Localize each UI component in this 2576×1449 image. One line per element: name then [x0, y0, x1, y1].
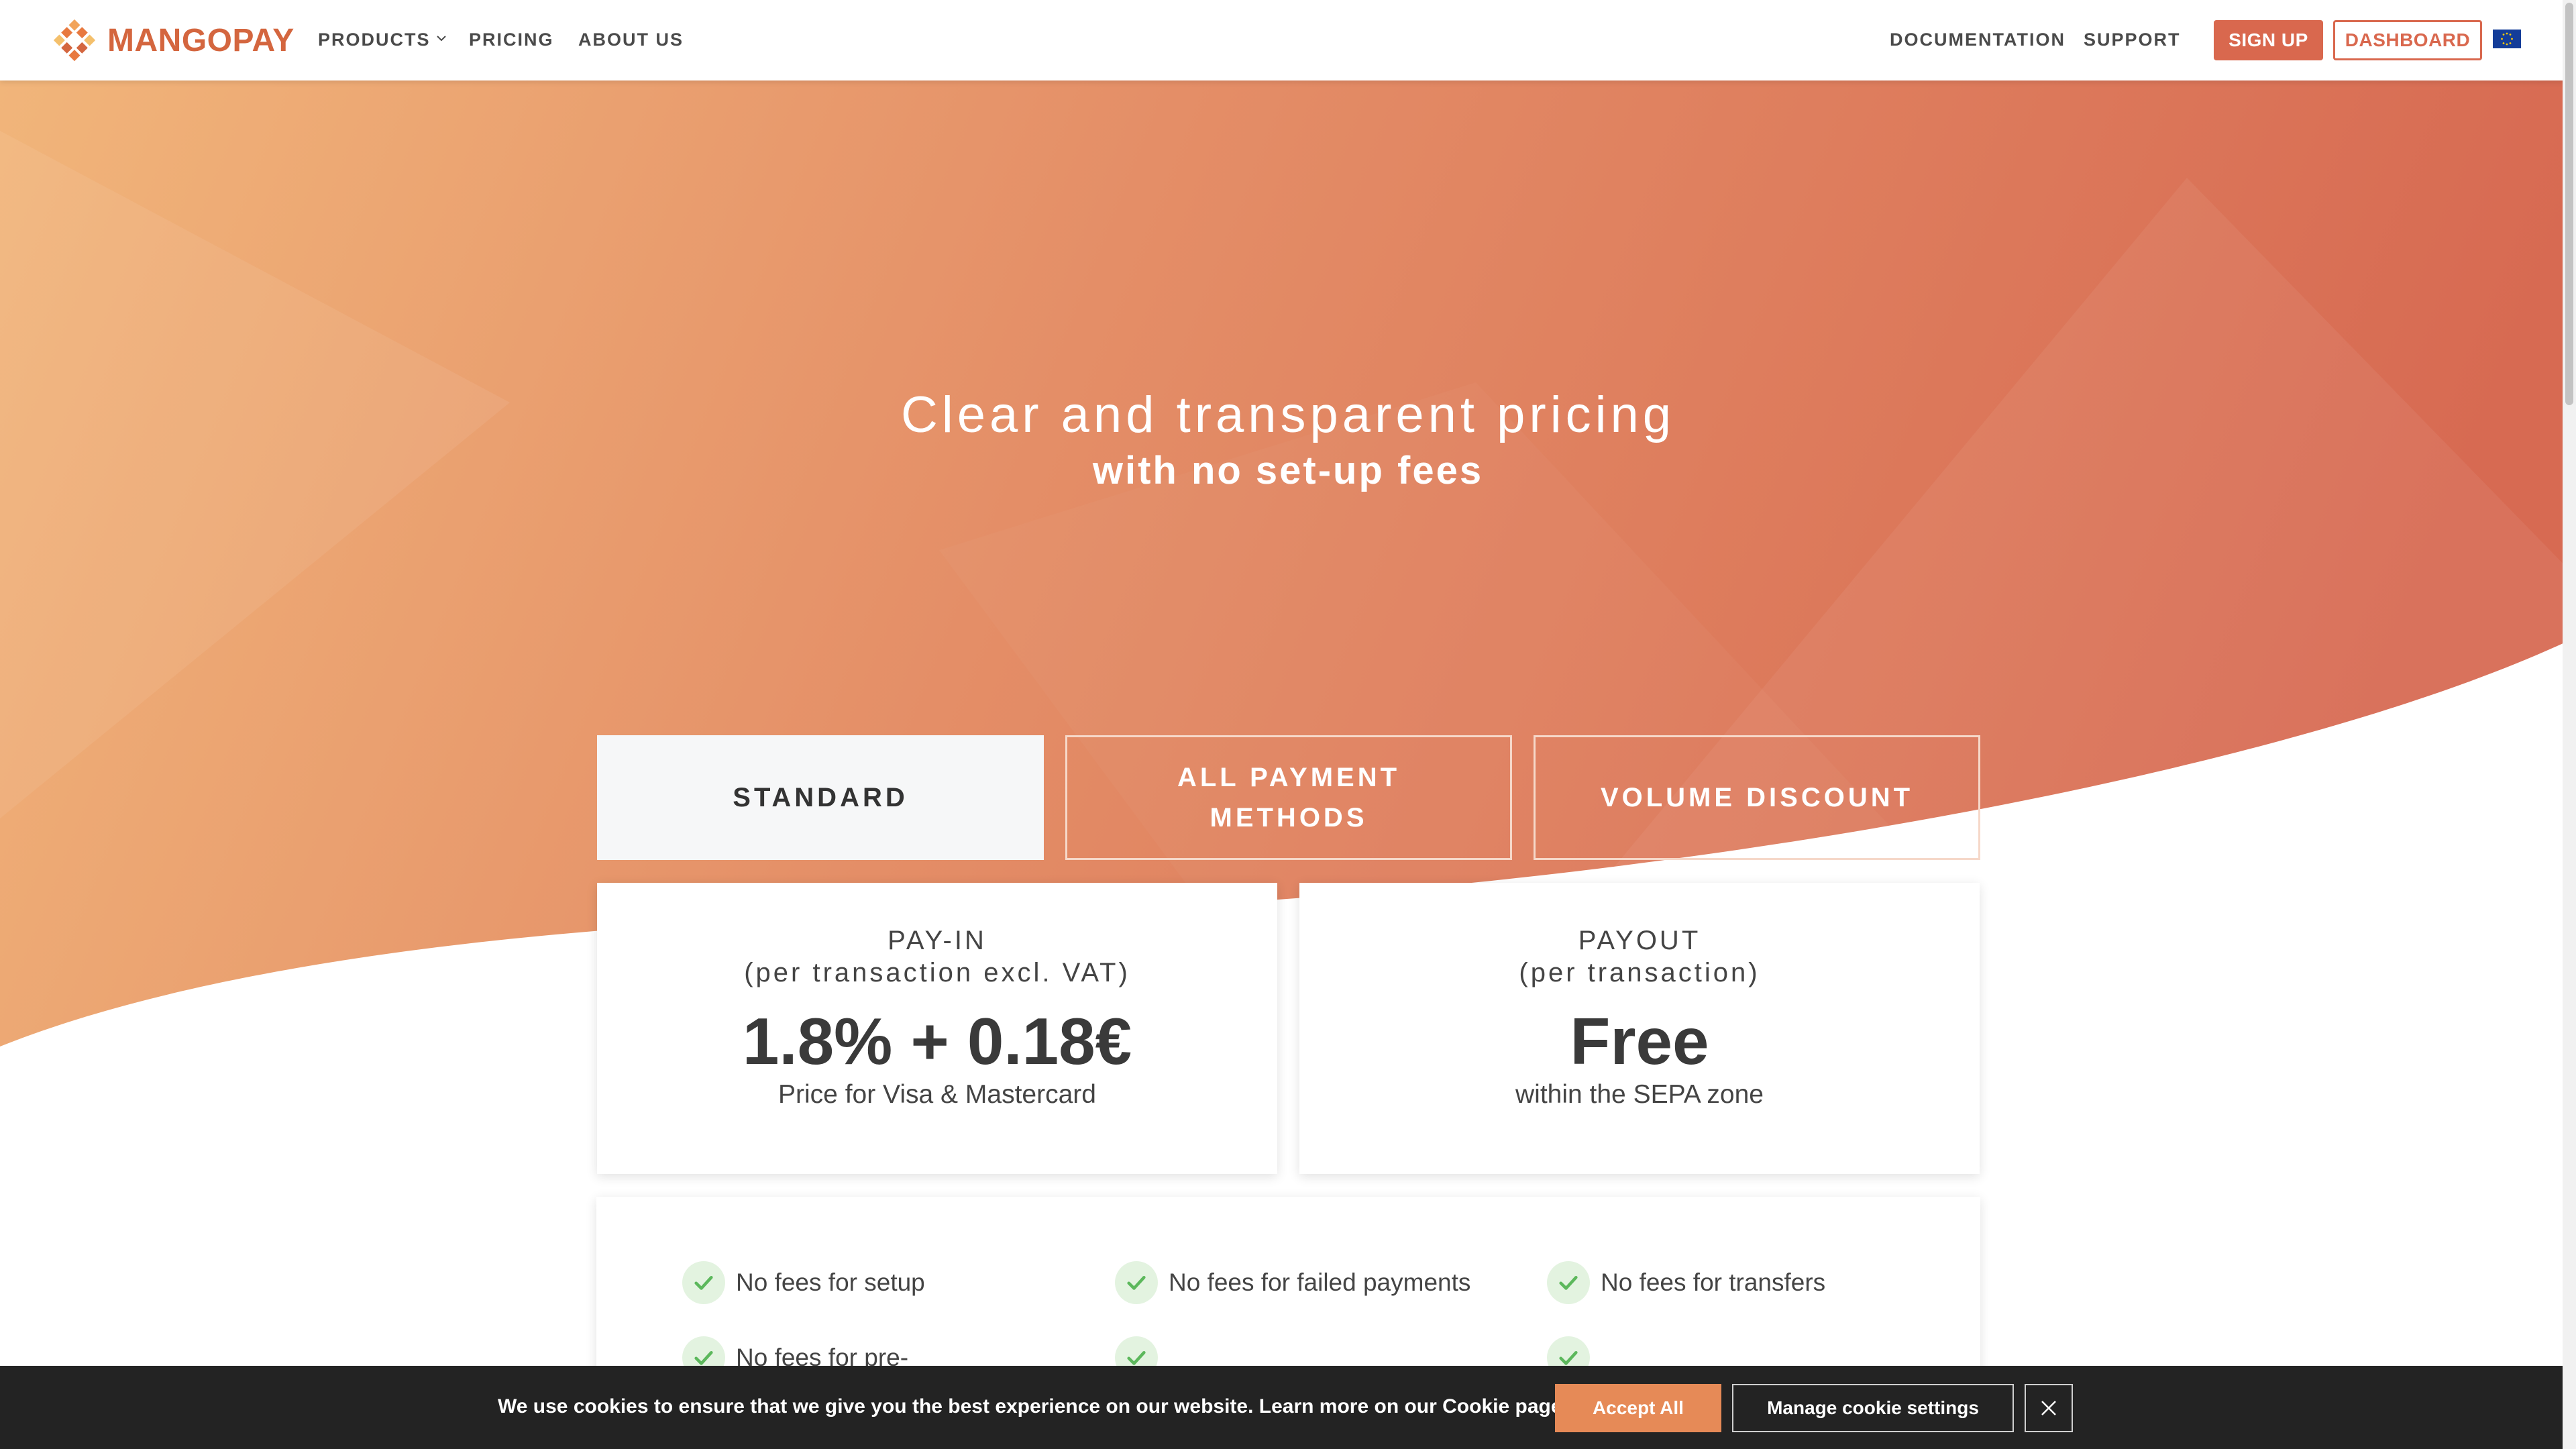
check-icon: [1547, 1261, 1590, 1304]
nav-support[interactable]: SUPPORT: [2084, 30, 2181, 50]
brand-logo[interactable]: MANGOPAY: [52, 19, 294, 62]
manage-cookie-settings-button[interactable]: Manage cookie settings: [1732, 1384, 2014, 1432]
close-icon: [2041, 1401, 2056, 1415]
nav-documentation[interactable]: DOCUMENTATION: [1890, 30, 2065, 50]
tab-standard[interactable]: STANDARD: [597, 735, 1044, 860]
payout-card: PAYOUT (per transaction) Free within the…: [1299, 883, 1980, 1174]
check-icon: [1115, 1261, 1158, 1304]
payin-title: PAY-IN: [888, 926, 987, 955]
scrollbar[interactable]: [2563, 0, 2576, 1449]
nav-pricing[interactable]: PRICING: [469, 30, 554, 50]
nav-products[interactable]: PRODUCTS: [318, 30, 447, 50]
top-navbar: MANGOPAY PRODUCTS PRICING ABOUT US DOCUM…: [0, 0, 2576, 80]
feature-label: No fees for setup: [736, 1269, 925, 1296]
feature-label: No fees for failed payments: [1169, 1269, 1471, 1296]
brand-name: MANGOPAY: [107, 22, 294, 58]
payout-description: within the SEPA zone: [1515, 1080, 1764, 1109]
nav-about-us[interactable]: ABOUT US: [578, 30, 684, 50]
payin-price: 1.8% + 0.18€: [742, 1004, 1132, 1078]
tab-all-payment-methods[interactable]: ALL PAYMENT METHODS: [1065, 735, 1512, 860]
hero-title: Clear and transparent pricing: [900, 386, 1676, 443]
sign-up-button[interactable]: SIGN UP: [2214, 20, 2323, 60]
eu-flag-icon[interactable]: [2493, 30, 2521, 48]
dashboard-button[interactable]: DASHBOARD: [2333, 20, 2482, 60]
close-cookie-button[interactable]: [2025, 1384, 2073, 1432]
payout-title: PAYOUT: [1578, 926, 1701, 955]
payin-card: PAY-IN (per transaction excl. VAT) 1.8% …: [597, 883, 1277, 1174]
feature-item: No fees for failed payments: [1115, 1261, 1470, 1304]
check-icon: [682, 1261, 725, 1304]
payout-subtitle: (per transaction): [1519, 958, 1760, 987]
mangopay-logo-icon: [53, 19, 96, 62]
accept-all-button[interactable]: Accept All: [1555, 1384, 1721, 1432]
scrollbar-thumb[interactable]: [2565, 3, 2573, 405]
feature-item: No fees for transfers: [1547, 1261, 1825, 1304]
cookie-message[interactable]: We use cookies to ensure that we give yo…: [498, 1395, 1568, 1418]
payout-price: Free: [1570, 1004, 1709, 1078]
tab-volume-discount[interactable]: VOLUME DISCOUNT: [1534, 735, 1980, 860]
hero-subtitle: with no set-up fees: [1092, 449, 1484, 492]
payin-subtitle: (per transaction excl. VAT): [744, 958, 1130, 987]
payin-description: Price for Visa & Mastercard: [778, 1080, 1096, 1109]
feature-item: No fees for setup: [682, 1261, 925, 1304]
cookie-banner: We use cookies to ensure that we give yo…: [0, 1366, 2563, 1449]
feature-label: No fees for transfers: [1601, 1269, 1826, 1296]
chevron-down-icon: [436, 36, 446, 42]
nav-products-label: PRODUCTS: [318, 30, 431, 50]
